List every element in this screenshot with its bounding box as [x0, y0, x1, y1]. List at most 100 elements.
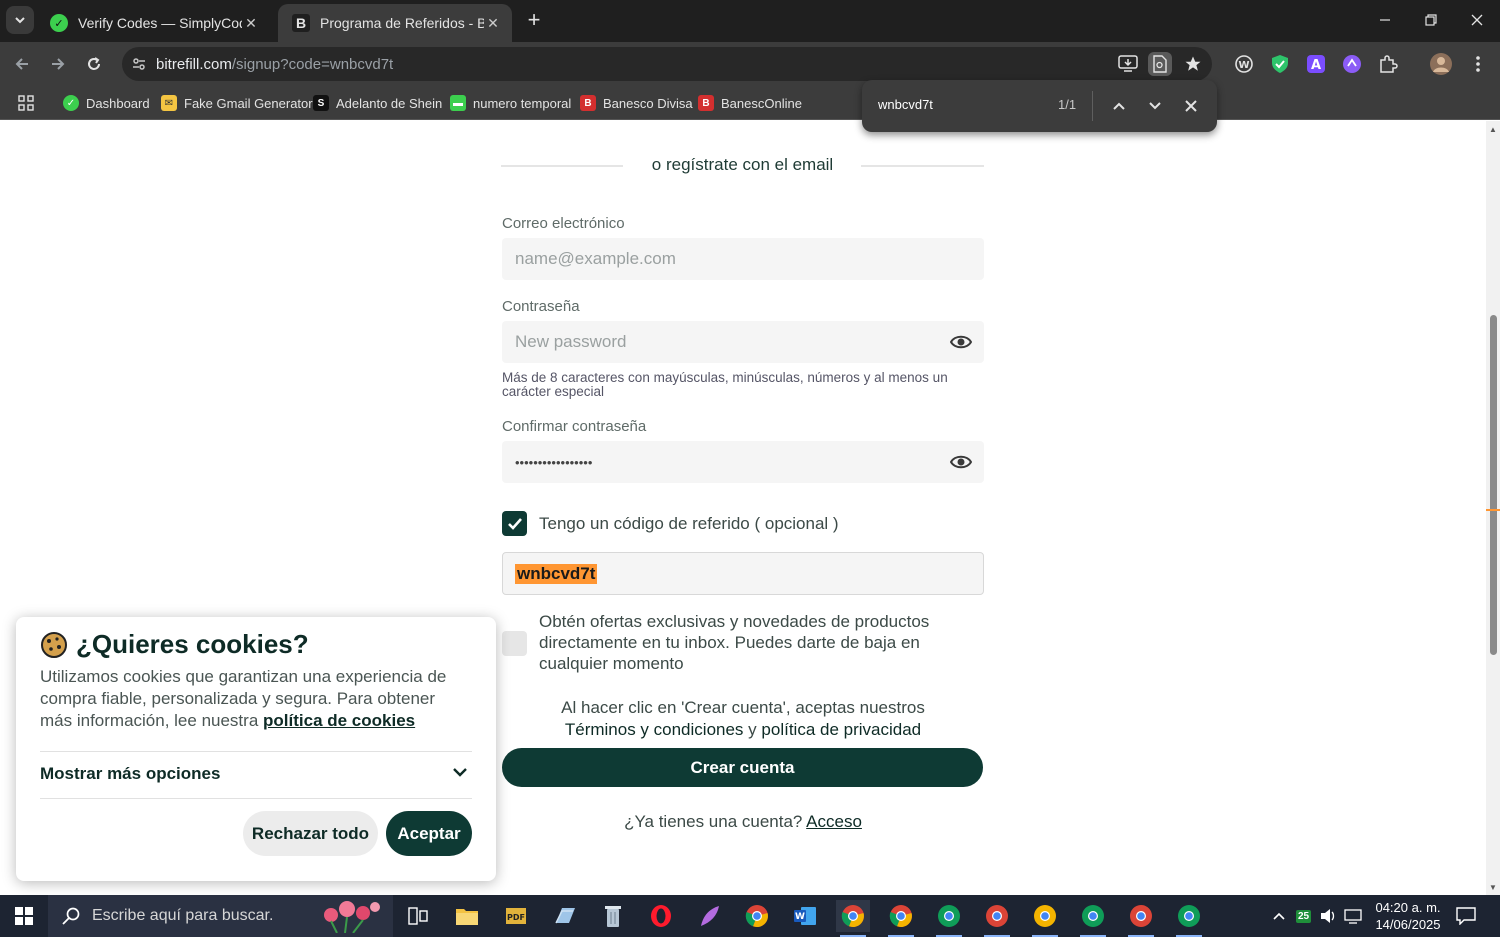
kebab-menu-icon[interactable]: [1466, 52, 1490, 76]
close-window-button[interactable]: [1454, 0, 1500, 40]
create-account-button[interactable]: Crear cuenta: [502, 748, 983, 787]
chevron-up-icon: [1273, 912, 1285, 920]
show-confirm-password-eye-icon[interactable]: [949, 452, 973, 475]
start-button[interactable]: [0, 895, 48, 937]
extensions-puzzle-icon[interactable]: [1376, 52, 1400, 76]
apps-grid-icon: [18, 95, 34, 111]
new-tab-button[interactable]: +: [520, 6, 548, 34]
volume-icon[interactable]: [1320, 895, 1338, 937]
restore-button[interactable]: [1408, 0, 1454, 40]
confirm-password-value: •••••••••••••••••: [515, 454, 593, 470]
chrome-profile-1-icon[interactable]: [836, 900, 870, 937]
chrome-profile-4-icon[interactable]: [980, 900, 1014, 937]
find-in-page-icon[interactable]: [1148, 52, 1172, 76]
find-next-button[interactable]: [1143, 94, 1167, 118]
bookmark-adelanto-shein[interactable]: S Adelanto de Shein: [313, 92, 442, 114]
scrollbar-thumb[interactable]: [1490, 315, 1497, 655]
install-app-icon[interactable]: [1116, 52, 1140, 76]
notifications-icon[interactable]: [1456, 895, 1476, 937]
back-button[interactable]: [8, 50, 36, 78]
chrome-profile-7-icon[interactable]: [1124, 900, 1158, 937]
extension-w-icon[interactable]: W: [1232, 52, 1256, 76]
extension-purple-icon[interactable]: [1340, 52, 1364, 76]
chrome-profile-2-icon[interactable]: [884, 900, 918, 937]
email-field[interactable]: name@example.com: [502, 238, 984, 280]
winrar-icon[interactable]: PDF: [499, 900, 533, 932]
chevron-down-icon[interactable]: [452, 765, 468, 783]
newsletter-checkbox[interactable]: [502, 631, 527, 656]
chrome-profile-8-icon[interactable]: [1172, 900, 1206, 937]
close-tab-icon[interactable]: ✕: [242, 15, 260, 32]
login-link[interactable]: Acceso: [806, 812, 862, 831]
password-hint: Más de 8 caracteres con mayúsculas, minú…: [502, 370, 948, 399]
bookmarks-bar: ✓ Dashboard ✉ Fake Gmail Generator S Ade…: [0, 86, 1500, 120]
find-close-button[interactable]: [1179, 94, 1203, 118]
feather-app-icon[interactable]: [692, 900, 726, 932]
file-explorer-icon[interactable]: [450, 900, 484, 932]
bookmark-numero-temporal[interactable]: ▬ numero temporal: [450, 92, 571, 114]
network-icon[interactable]: [1344, 895, 1362, 937]
chrome-profile-3-icon[interactable]: [932, 900, 966, 937]
page-scrollbar[interactable]: ▲ ▼: [1486, 121, 1500, 895]
task-view-icon[interactable]: [401, 900, 435, 932]
referral-checkbox[interactable]: [502, 511, 527, 536]
privacy-link[interactable]: política de privacidad: [761, 720, 921, 739]
bookmark-banesco-divisa[interactable]: B Banesco Divisa: [580, 92, 693, 114]
confirm-password-field[interactable]: •••••••••••••••••: [502, 441, 984, 483]
bookmark-banesconline[interactable]: B BanescOnline: [698, 92, 802, 114]
bookmark-dashboard[interactable]: ✓ Dashboard: [63, 92, 150, 114]
address-bar[interactable]: bitrefill.com/signup?code=wnbcvd7t: [122, 47, 1212, 81]
find-query-input[interactable]: wnbcvd7t: [878, 97, 933, 112]
svg-text:W: W: [795, 912, 805, 922]
newsletter-label[interactable]: Obtén ofertas exclusivas y novedades de …: [539, 611, 984, 674]
shield-extension-icon[interactable]: [1268, 52, 1292, 76]
show-hidden-icons-button[interactable]: [1272, 895, 1286, 937]
cookie-consent-dialog: ¿Quieres cookies? Utilizamos cookies que…: [16, 617, 496, 881]
apps-grid-button[interactable]: [18, 92, 34, 114]
bookmark-label: Adelanto de Shein: [336, 95, 443, 111]
tab-search-button[interactable]: [6, 6, 34, 34]
system-clock[interactable]: 04:20 a. m. 14/06/2025: [1368, 899, 1448, 933]
flowers-decoration-icon: [324, 901, 380, 933]
tray-app-badge[interactable]: 25: [1296, 895, 1312, 937]
divider-text: o regístrate con el email: [651, 155, 834, 174]
tab-simplycodes[interactable]: ✓ Verify Codes — SimplyCodes ✕: [36, 4, 270, 42]
clock-time: 04:20 a. m.: [1375, 900, 1441, 915]
opera-icon[interactable]: [644, 900, 678, 932]
reload-button[interactable]: [80, 50, 108, 78]
password-field[interactable]: New password: [502, 321, 984, 363]
taskbar-search-box[interactable]: Escribe aquí para buscar.: [48, 895, 393, 937]
bookmark-fake-gmail[interactable]: ✉ Fake Gmail Generator: [161, 92, 313, 114]
site-settings-icon[interactable]: [122, 56, 156, 72]
reload-icon: [88, 57, 100, 70]
close-tab-icon[interactable]: ✕: [484, 15, 502, 32]
recycle-bin-icon[interactable]: [596, 900, 630, 932]
word-icon[interactable]: W: [788, 900, 822, 932]
chrome-profile-5-icon[interactable]: [1028, 900, 1062, 937]
chevron-up-icon: [1113, 102, 1125, 110]
cookie-policy-link[interactable]: política de cookies: [263, 711, 415, 730]
scroll-down-arrow-icon[interactable]: ▼: [1488, 883, 1498, 892]
email-label: Correo electrónico: [502, 215, 625, 232]
forward-button[interactable]: [44, 50, 72, 78]
find-previous-button[interactable]: [1107, 94, 1131, 118]
bookmark-star-icon[interactable]: [1181, 52, 1205, 76]
minimize-button[interactable]: [1362, 0, 1408, 40]
accept-button[interactable]: Aceptar: [386, 811, 472, 856]
files-app-icon[interactable]: [548, 900, 582, 932]
find-separator: [1092, 91, 1093, 121]
chrome-profile-6-icon[interactable]: [1076, 900, 1110, 937]
reject-all-button[interactable]: Rechazar todo: [243, 811, 378, 856]
profile-avatar[interactable]: [1429, 52, 1453, 76]
restore-icon: [1425, 14, 1437, 26]
find-match-marker: [1486, 509, 1500, 511]
show-password-eye-icon[interactable]: [949, 332, 973, 357]
extension-a-icon[interactable]: A: [1304, 52, 1328, 76]
terms-link[interactable]: Términos y condiciones: [565, 720, 744, 739]
tab-bitrefill[interactable]: B Programa de Referidos - Bitrefill ✕: [278, 4, 512, 42]
referral-checkbox-label[interactable]: Tengo un código de referido ( opcional ): [539, 513, 839, 534]
show-more-options[interactable]: Mostrar más opciones: [40, 764, 220, 784]
referral-code-input[interactable]: wnbcvd7t: [502, 552, 984, 595]
chrome-icon[interactable]: [740, 900, 774, 932]
scroll-up-arrow-icon[interactable]: ▲: [1488, 125, 1498, 134]
